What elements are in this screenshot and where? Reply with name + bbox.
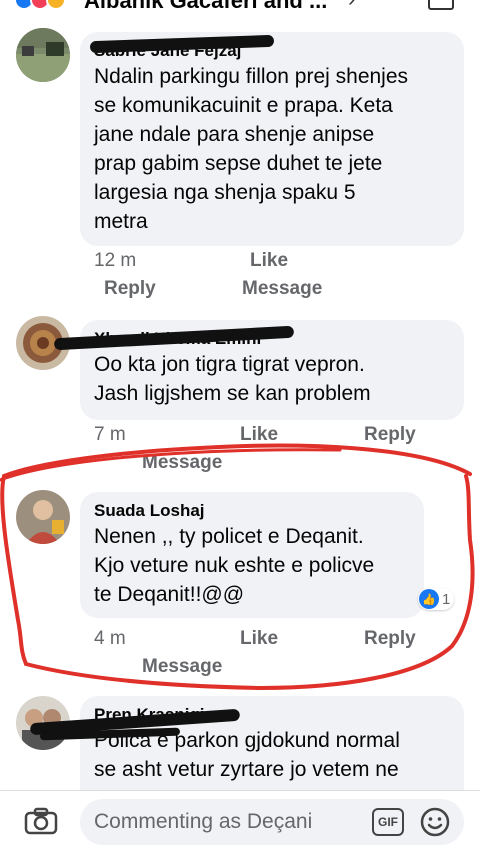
share-icon[interactable] <box>428 0 454 10</box>
avatar[interactable] <box>16 490 70 544</box>
like-button[interactable]: Like <box>240 628 278 650</box>
comment-text-line: Jash ligjshem se kan problem <box>94 382 371 405</box>
post-title[interactable]: Albanik Gacaferi and ... <box>84 0 327 14</box>
comment-composer: GIF <box>0 790 480 852</box>
comment-input[interactable] <box>94 807 354 837</box>
comment-text-line: Nenen ,, ty policet e Deqanit. <box>94 525 364 548</box>
message-button[interactable]: Message <box>242 278 322 300</box>
comment-time: 4 m <box>94 628 126 649</box>
avatar[interactable] <box>16 28 70 82</box>
like-button[interactable]: Like <box>240 424 278 446</box>
message-button[interactable]: Message <box>142 452 222 474</box>
reaction-icons[interactable] <box>14 0 66 10</box>
reply-button[interactable]: Reply <box>104 278 156 300</box>
comment-text-line: te Deqanit!!@@ <box>94 583 245 606</box>
comment-bubble[interactable]: Sabrie Jane Fejzaj Ndalin parkingu fillo… <box>80 32 464 246</box>
reaction-badge[interactable]: 👍 1 <box>418 588 455 610</box>
like-icon: 👍 <box>419 589 439 609</box>
comment-text-line: se komunikacuinit e prapa. Keta <box>94 94 393 117</box>
comment-text-line: largesia nga shenja spaku 5 <box>94 181 356 204</box>
comment-text-line: Oo kta jon tigra tigrat vepron. <box>94 353 365 376</box>
reaction-count: 1 <box>442 590 451 608</box>
comment-text-line: Ndalin parkingu fillon prej shenjes <box>94 65 409 88</box>
post-header: Albanik Gacaferi and ... › <box>0 0 480 14</box>
reply-button[interactable]: Reply <box>364 424 416 446</box>
camera-icon[interactable] <box>24 807 58 835</box>
gif-button[interactable]: GIF <box>372 808 404 836</box>
chevron-right-icon[interactable]: › <box>348 0 355 12</box>
comment-text-line: metra <box>94 210 148 233</box>
comment-time: 7 m <box>94 424 126 445</box>
reply-button[interactable]: Reply <box>364 628 416 650</box>
comment-author[interactable]: Suada Loshaj <box>94 500 410 522</box>
message-button[interactable]: Message <box>142 656 222 678</box>
comment-text-line: Kjo veture nuk eshte e policve <box>94 554 375 577</box>
comment-input-container[interactable]: GIF <box>80 799 464 845</box>
comment-text-line: jane ndale para shenje anipse <box>94 123 375 146</box>
like-button[interactable]: Like <box>250 250 288 272</box>
comment-time: 12 m <box>94 250 137 271</box>
comment-bubble[interactable]: Suada Loshaj Nenen ,, ty policet e Deqan… <box>80 492 424 618</box>
comment-text-line: prap gabim sepse duhet te jete <box>94 152 383 175</box>
wow-reaction-icon <box>46 0 66 10</box>
comment-text-line: se asht vetur zyrtare jo vetem ne <box>94 758 399 781</box>
emoji-icon[interactable] <box>420 807 450 837</box>
